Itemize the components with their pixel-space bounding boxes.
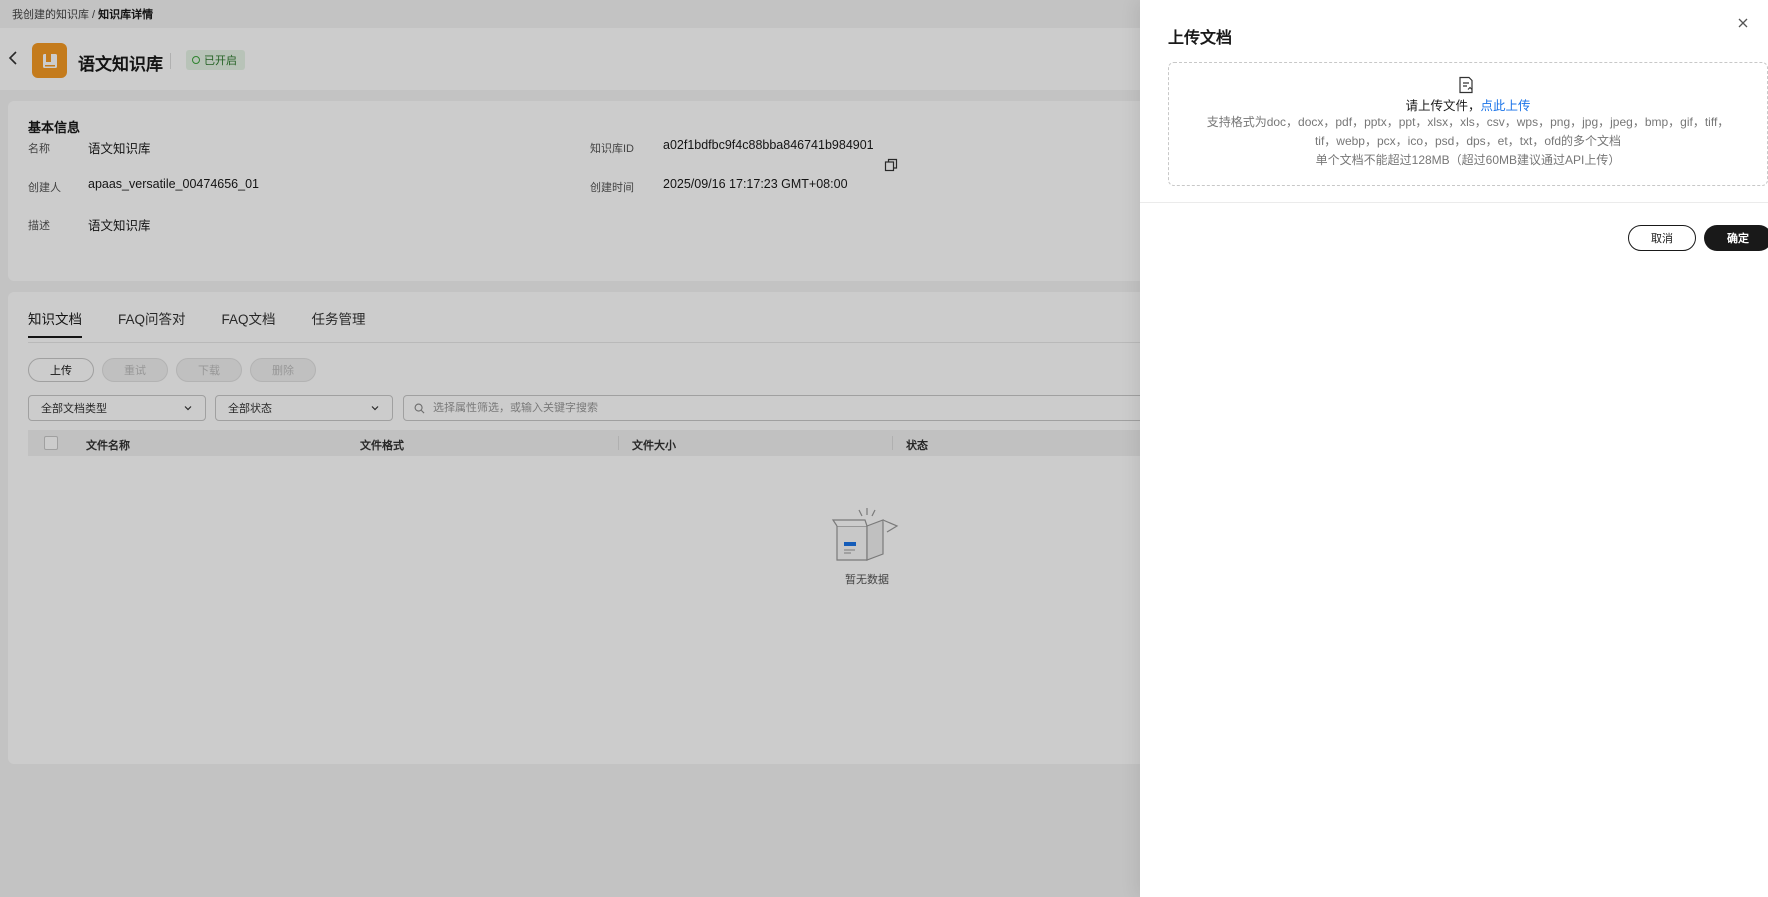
- supported-formats-line2: tif，webp，pcx，ico，psd，dps，et，txt，ofd的多个文档: [1314, 134, 1622, 148]
- drawer-title: 上传文档: [1168, 30, 1233, 47]
- upload-drawer: 上传文档 请上传文件，点此上传 支持格式为doc，docx，pdf，pptx，p…: [1140, 0, 1768, 897]
- supported-formats-line1: 支持格式为doc，docx，pdf，pptx，ppt，xlsx，xls，csv，…: [1206, 115, 1730, 129]
- cancel-button[interactable]: 取消: [1628, 225, 1696, 251]
- file-upload-icon: [1459, 76, 1473, 94]
- upload-dropzone[interactable]: 请上传文件，点此上传 支持格式为doc，docx，pdf，pptx，ppt，xl…: [1168, 62, 1768, 186]
- click-to-upload-link[interactable]: 点此上传: [1481, 99, 1531, 113]
- drawer-divider: [1140, 202, 1768, 203]
- size-limit-hint: 单个文档不能超过128MB（超过60MB建议通过API上传）: [1315, 153, 1621, 167]
- upload-prompt: 请上传文件，: [1405, 99, 1481, 113]
- close-icon[interactable]: [1736, 16, 1750, 30]
- upload-prompt-line: 请上传文件，点此上传: [1169, 95, 1767, 114]
- confirm-button[interactable]: 确定: [1704, 225, 1768, 251]
